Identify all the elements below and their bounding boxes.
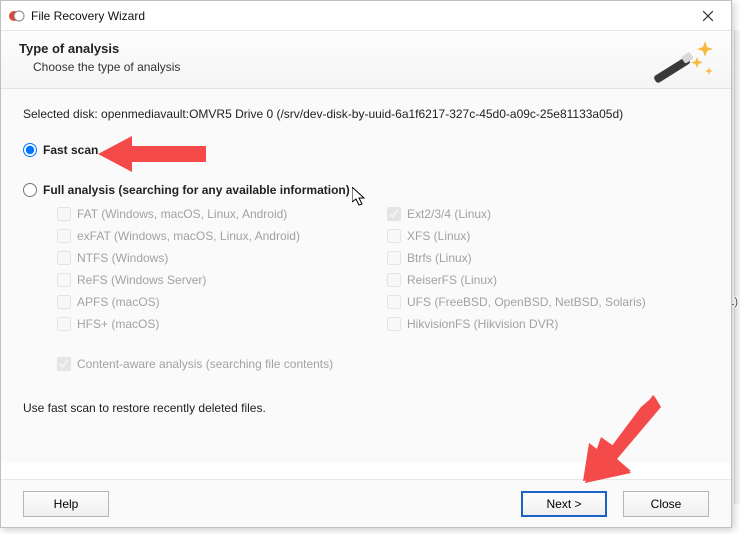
full-analysis-label: Full analysis (searching for any availab… (43, 183, 350, 197)
parent-window-edge (734, 30, 740, 504)
fast-scan-label: Fast scan (43, 143, 98, 157)
page-title: Type of analysis (19, 41, 713, 56)
wizard-body: Selected disk: openmediavault:OMVR5 Driv… (1, 89, 731, 463)
titlebar: File Recovery Wizard (1, 1, 731, 31)
fs-hfs: HFS+ (macOS) (57, 317, 387, 331)
fs-apfs: APFS (macOS) (57, 295, 387, 309)
fs-ntfs: NTFS (Windows) (57, 251, 387, 265)
fs-ext: Ext2/3/4 (Linux) (387, 207, 667, 221)
fs-btrfs: Btrfs (Linux) (387, 251, 667, 265)
wizard-window: File Recovery Wizard Type of analysis Ch… (0, 0, 732, 528)
next-button[interactable]: Next > (521, 491, 607, 517)
wizard-wand-icon (647, 37, 717, 93)
help-button[interactable]: Help (23, 491, 109, 517)
fs-exfat: exFAT (Windows, macOS, Linux, Android) (57, 229, 387, 243)
fs-refs: ReFS (Windows Server) (57, 273, 387, 287)
option-fast-scan[interactable]: Fast scan (23, 143, 709, 157)
fs-reiserfs: ReiserFS (Linux) (387, 273, 667, 287)
fs-ufs: UFS (FreeBSD, OpenBSD, NetBSD, Solaris) (387, 295, 667, 309)
fast-scan-radio[interactable] (23, 143, 37, 157)
app-icon (9, 8, 25, 24)
page-subtitle: Choose the type of analysis (33, 60, 713, 74)
close-icon (703, 11, 713, 21)
fs-xfs: XFS (Linux) (387, 229, 667, 243)
window-title: File Recovery Wizard (31, 9, 685, 23)
selected-disk-label: Selected disk: openmediavault:OMVR5 Driv… (23, 107, 709, 121)
hint-text: Use fast scan to restore recently delete… (23, 401, 709, 415)
fs-hikvision: HikvisionFS (Hikvision DVR) (387, 317, 667, 331)
content-aware-checkbox: Content-aware analysis (searching file c… (57, 357, 709, 371)
filesystem-options: FAT (Windows, macOS, Linux, Android) Ext… (57, 207, 709, 331)
window-close-button[interactable] (685, 1, 731, 31)
fs-fat: FAT (Windows, macOS, Linux, Android) (57, 207, 387, 221)
option-full-analysis[interactable]: Full analysis (searching for any availab… (23, 183, 709, 197)
wizard-footer: Help Next > Close (1, 479, 731, 527)
wizard-header: Type of analysis Choose the type of anal… (1, 31, 731, 89)
close-button[interactable]: Close (623, 491, 709, 517)
full-analysis-radio[interactable] (23, 183, 37, 197)
